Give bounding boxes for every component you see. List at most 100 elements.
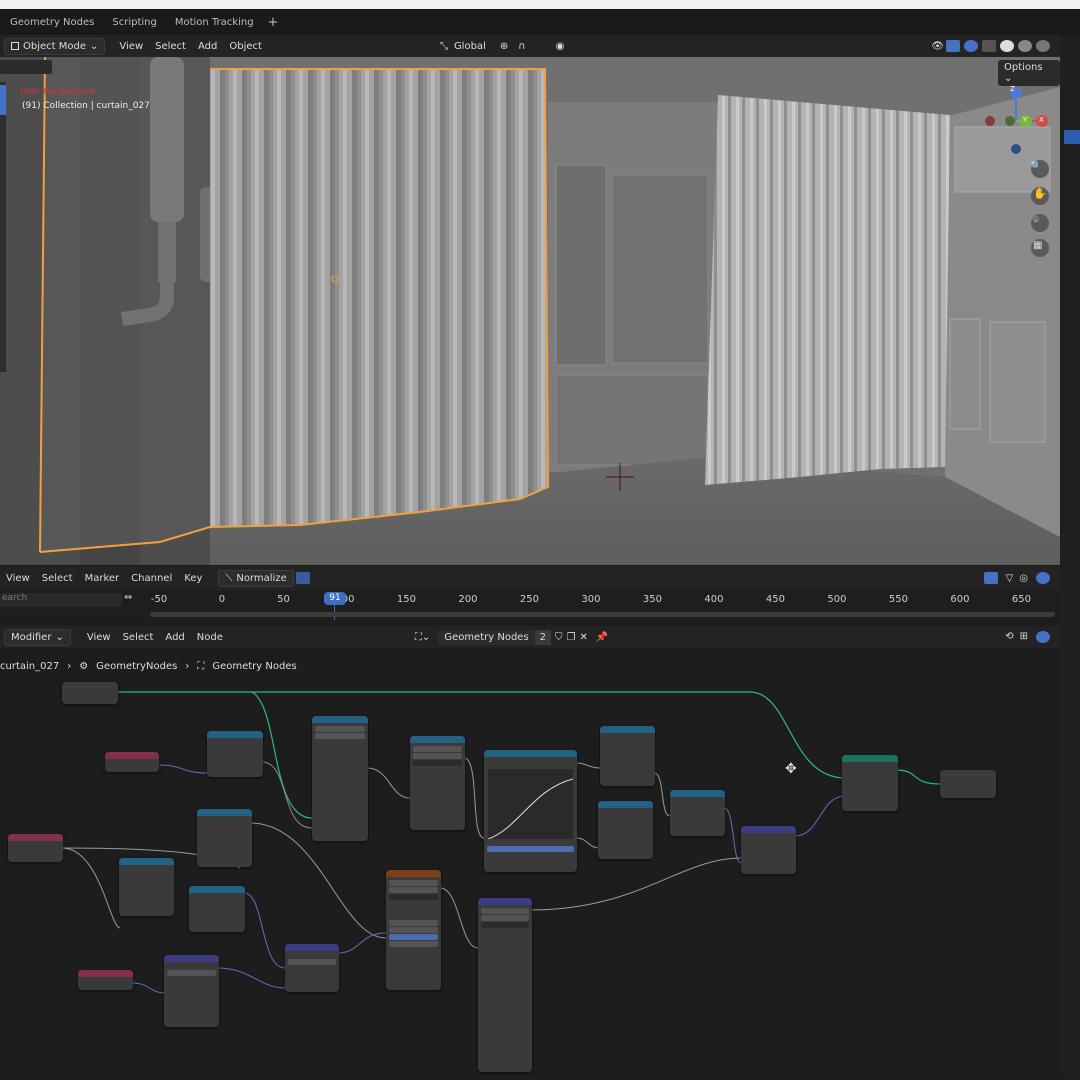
timeline-select-menu[interactable]: Select [36, 571, 79, 586]
operation-field[interactable] [167, 970, 216, 976]
visibility-icon[interactable]: 👁 [931, 41, 944, 52]
node-select-menu[interactable]: Select [117, 630, 160, 645]
tab-scripting[interactable]: Scripting [104, 17, 164, 28]
dimensions-field[interactable] [389, 880, 438, 886]
filter-icon[interactable]: ▽ [1006, 573, 1014, 584]
node-tree-name-field[interactable]: Geometry Nodes [438, 629, 535, 645]
data-type-field[interactable] [413, 746, 462, 752]
camera-icon[interactable]: ⌾ [1033, 215, 1039, 226]
node-overlay-icon[interactable] [1036, 631, 1050, 643]
scale-field[interactable] [389, 920, 438, 926]
combine-xyz-node-1[interactable] [670, 790, 725, 836]
material-shading-icon[interactable] [1018, 40, 1032, 52]
current-frame-indicator[interactable]: 91 [324, 592, 346, 605]
timeline-scrollbar[interactable] [150, 612, 1055, 617]
properties-strip[interactable] [1060, 35, 1080, 1075]
map-range-node-2[interactable] [478, 898, 532, 1072]
map-range-node-1[interactable] [410, 736, 465, 830]
roughness-field[interactable] [389, 934, 438, 940]
timeline-marker-menu[interactable]: Marker [79, 571, 126, 586]
zoom-icon[interactable]: 🔍 [1030, 161, 1042, 172]
node-add-menu[interactable]: Add [159, 630, 190, 645]
orientation-dropdown[interactable]: Global [448, 39, 492, 54]
detail-field[interactable] [389, 927, 438, 933]
set-position-node[interactable] [842, 755, 898, 811]
select-menu[interactable]: Select [149, 39, 192, 54]
perspective-grid-icon[interactable]: ▦ [1033, 240, 1042, 251]
snap-node-icon[interactable]: ⊞ [1020, 631, 1028, 643]
vector-multiply-node[interactable] [741, 826, 796, 874]
only-selected-icon[interactable] [983, 572, 998, 584]
gizmo-toggle-icon[interactable] [946, 40, 960, 52]
interpolation-field[interactable] [481, 915, 529, 921]
overlay-timeline-icon[interactable] [1036, 572, 1050, 584]
channel-search-input[interactable]: earch [0, 593, 122, 607]
multiply-node-3[interactable] [197, 809, 252, 867]
normalize-refresh-icon[interactable] [295, 572, 310, 584]
multiply-node-1[interactable] [600, 726, 655, 786]
position-node-2[interactable] [78, 970, 133, 990]
group-output-node[interactable] [940, 770, 996, 798]
lacunarity-field[interactable] [389, 941, 438, 947]
multiply-node-4[interactable] [119, 858, 174, 916]
user-count-badge[interactable]: 2 [534, 629, 552, 645]
domain-field[interactable] [315, 726, 365, 732]
view-menu[interactable]: View [113, 39, 149, 54]
duplicate-icon[interactable]: ❐ [567, 632, 576, 643]
node-node-menu[interactable]: Node [191, 630, 229, 645]
separate-xyz-node-1[interactable] [207, 731, 263, 777]
proportional-edit-icon[interactable]: ◉ [556, 41, 565, 52]
normalize-checkbox[interactable] [389, 894, 438, 900]
snap-icon[interactable]: ∩ [518, 41, 525, 52]
timeline-view-menu[interactable]: View [0, 571, 36, 586]
curve-graph[interactable] [487, 769, 574, 840]
object-mode-dropdown[interactable]: Object Mode ⌄ [4, 37, 106, 55]
type-field[interactable] [315, 733, 365, 739]
data-type-field[interactable] [481, 908, 529, 914]
rendered-shading-icon[interactable] [1036, 40, 1050, 52]
clamp-checkbox[interactable] [481, 922, 529, 928]
snap-settings-icon[interactable]: ◎ [1019, 573, 1028, 584]
timeline-key-menu[interactable]: Key [178, 571, 208, 586]
tab-geometry-nodes[interactable]: Geometry Nodes [2, 17, 102, 28]
type-field[interactable] [389, 887, 438, 893]
operation-field[interactable] [288, 959, 336, 965]
breadcrumb-object[interactable]: curtain_027 [0, 661, 59, 672]
add-menu[interactable]: Add [192, 39, 223, 54]
multiply-node-2[interactable] [598, 801, 653, 859]
vector-add-node[interactable] [285, 944, 339, 992]
options-dropdown[interactable]: Options ⌄ [998, 60, 1060, 86]
group-input-node[interactable] [62, 682, 118, 704]
float-curve-node[interactable] [484, 750, 577, 872]
factor-slider[interactable] [487, 846, 574, 852]
swap-arrows-icon[interactable]: ⇔ [124, 592, 132, 603]
overlay-toggle-icon[interactable] [964, 40, 978, 52]
close-icon[interactable]: ✕ [580, 632, 588, 643]
normalize-toggle[interactable]: ⟍ Normalize [218, 569, 294, 587]
node-view-menu[interactable]: View [81, 630, 117, 645]
pivot-icon[interactable]: ⊕ [500, 41, 508, 52]
tab-motion-tracking[interactable]: Motion Tracking [167, 17, 262, 28]
pan-hand-icon[interactable]: ✋ [1033, 187, 1047, 200]
breadcrumb-node-tree[interactable]: Geometry Nodes [212, 661, 296, 672]
noise-texture-node[interactable] [386, 870, 441, 990]
link-icon[interactable]: ⟲ [1005, 631, 1013, 643]
timeline-channel-menu[interactable]: Channel [125, 571, 178, 586]
attribute-statistic-node[interactable] [312, 716, 368, 841]
node-canvas[interactable]: ✥ [0, 648, 1060, 1075]
scene-time-node[interactable] [8, 834, 63, 862]
editor-type-dropdown[interactable]: Modifier ⌄ [4, 628, 71, 646]
combine-xyz-node-2[interactable] [189, 886, 245, 932]
node-tree-type-icon[interactable]: ⛶⌄ [415, 632, 430, 643]
pin-icon[interactable]: 📌 [596, 632, 608, 643]
position-node-1[interactable] [105, 752, 159, 772]
interpolation-field[interactable] [413, 753, 462, 759]
breadcrumb-modifier[interactable]: GeometryNodes [96, 661, 177, 672]
clamp-checkbox[interactable] [413, 760, 462, 766]
object-menu[interactable]: Object [223, 39, 268, 54]
3d-viewport[interactable]: User Perspective (91) Collection | curta… [0, 57, 1060, 565]
vector-multiply-node-2[interactable] [164, 955, 219, 1027]
fake-user-shield-icon[interactable]: ⛉ [555, 632, 563, 643]
solid-shading-icon[interactable] [1000, 40, 1014, 52]
xray-icon[interactable] [982, 40, 996, 52]
